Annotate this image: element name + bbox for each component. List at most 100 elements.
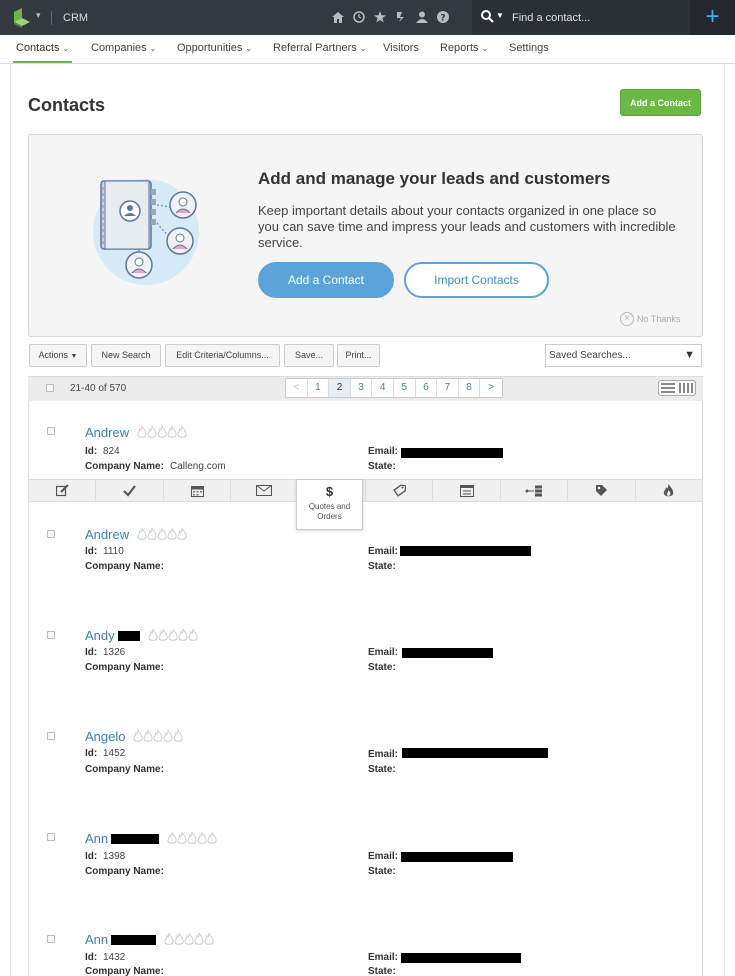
state-label: State: (368, 461, 396, 472)
nav-opportunities[interactable]: Opportunities ⌄ (177, 42, 252, 54)
email-label: Email: (368, 446, 399, 457)
chevron-down-icon: ⌄ (481, 44, 489, 53)
page-title: Contacts (28, 95, 106, 115)
id-value: 1452 (103, 748, 126, 759)
star-icon[interactable] (373, 10, 387, 24)
id-value: 824 (103, 446, 120, 457)
row-checkbox[interactable] (47, 631, 55, 639)
page-1-button[interactable]: 1 (308, 379, 330, 397)
calendar-icon (190, 485, 204, 497)
page-7-button[interactable]: 7 (437, 379, 459, 397)
search-input[interactable] (512, 9, 682, 26)
add-contact-button[interactable]: Add a Contact (620, 89, 701, 116)
contact-row: Ann Id: 1398 Company Name: Email: State: (28, 805, 703, 907)
sequence-icon (525, 485, 543, 496)
contact-row: Angelo Id: 1452 Company Name: Email: Sta… (28, 704, 703, 806)
column-view-icon[interactable] (677, 381, 695, 395)
quick-add-button[interactable]: + (690, 0, 735, 35)
form-icon (459, 484, 474, 497)
contact-name-link[interactable]: Andrew (85, 425, 129, 440)
row-checkbox[interactable] (47, 732, 55, 740)
form-action[interactable] (433, 480, 501, 501)
view-toggle (658, 380, 696, 396)
actions-dropdown[interactable]: Actions ▼ (29, 344, 87, 367)
saved-searches-select[interactable]: Saved Searches... ▼ (545, 344, 702, 367)
company-label: Company Name: (85, 966, 164, 976)
state-label: State: (368, 662, 396, 673)
row-checkbox[interactable] (47, 427, 55, 435)
contact-name-link[interactable]: Angelo (85, 729, 125, 744)
edit-criteria-button[interactable]: Edit Criteria/Columns... (165, 344, 280, 367)
id-value: 1432 (103, 952, 126, 963)
nav-referral-partners[interactable]: Referral Partners ⌄ (273, 42, 366, 54)
search-icon[interactable] (481, 10, 494, 23)
select-all-checkbox[interactable] (46, 384, 54, 392)
id-value: 1398 (103, 851, 126, 862)
list-view-icon[interactable] (659, 381, 677, 395)
lead-score-icon (137, 528, 187, 541)
print-button[interactable]: Print... (337, 344, 380, 367)
contact-name-link[interactable]: Andy (85, 628, 115, 643)
contact-name-link[interactable]: Ann (85, 932, 108, 947)
tag-action[interactable] (366, 480, 434, 501)
puzzle-icon[interactable] (394, 10, 408, 24)
prev-page-button[interactable]: < (286, 379, 308, 397)
promo-add-contact-button[interactable]: Add a Contact (258, 262, 394, 298)
search-box: ▼ (472, 0, 690, 35)
mail-icon (256, 485, 273, 496)
contact-action-bar (28, 479, 703, 502)
nav-settings[interactable]: Settings (509, 42, 549, 54)
no-thanks-link[interactable]: × No Thanks (620, 312, 680, 326)
task-action[interactable] (96, 480, 164, 501)
nav-visitors[interactable]: Visitors (383, 42, 419, 54)
email-action[interactable] (231, 480, 299, 501)
page-3-button[interactable]: 3 (351, 379, 373, 397)
logo-icon[interactable] (14, 8, 30, 28)
row-checkbox[interactable] (47, 530, 55, 538)
state-label: State: (368, 866, 396, 877)
lead-score-icon (133, 730, 183, 743)
home-icon[interactable] (331, 10, 345, 24)
lead-score-icon (137, 426, 187, 439)
import-contacts-button[interactable]: Import Contacts (404, 262, 549, 298)
page-8-button[interactable]: 8 (459, 379, 481, 397)
id-label: Id: (85, 952, 98, 963)
page-6-button[interactable]: 6 (416, 379, 438, 397)
redacted-email (401, 448, 503, 458)
price-tag-action[interactable] (568, 480, 636, 501)
contact-name-link[interactable]: Ann (85, 831, 108, 846)
company-label: Company Name: (85, 561, 164, 572)
user-icon[interactable] (415, 10, 429, 24)
contacts-illustration-icon (93, 179, 199, 285)
lead-score-action[interactable] (636, 480, 702, 501)
new-search-button[interactable]: New Search (91, 344, 161, 367)
id-label: Id: (85, 647, 98, 658)
save-button[interactable]: Save... (284, 344, 334, 367)
page-2-button[interactable]: 2 (329, 379, 351, 397)
email-label: Email: (368, 546, 399, 557)
email-label: Email: (368, 647, 399, 658)
next-page-button[interactable]: > (480, 379, 502, 397)
page-4-button[interactable]: 4 (372, 379, 394, 397)
id-value: 1110 (103, 546, 124, 557)
row-checkbox[interactable] (47, 833, 55, 841)
edit-action[interactable] (29, 480, 97, 501)
main-nav: Contacts ⌄ Companies ⌄ Opportunities ⌄ Refe… (0, 35, 735, 64)
edit-icon (55, 484, 69, 497)
company-label: Company Name: (85, 866, 164, 877)
page-5-button[interactable]: 5 (394, 379, 416, 397)
nav-reports[interactable]: Reports ⌄ (440, 42, 488, 54)
promo-panel: Add and manage your leads and customers … (28, 134, 703, 337)
sequence-action[interactable] (501, 480, 569, 501)
appointment-action[interactable] (164, 480, 232, 501)
clock-icon[interactable] (352, 10, 366, 24)
nav-contacts[interactable]: Contacts ⌄ (16, 42, 69, 54)
row-checkbox[interactable] (47, 935, 55, 943)
nav-companies[interactable]: Companies ⌄ (91, 42, 156, 54)
id-label: Id: (85, 546, 98, 557)
contact-name-link[interactable]: Andrew (85, 527, 129, 542)
chevron-down-icon: ▼ (70, 353, 78, 360)
search-filter-caret-icon[interactable]: ▼ (496, 11, 504, 20)
chevron-down-icon[interactable]: ▾ (36, 10, 41, 21)
help-icon[interactable]: ? (436, 10, 450, 24)
